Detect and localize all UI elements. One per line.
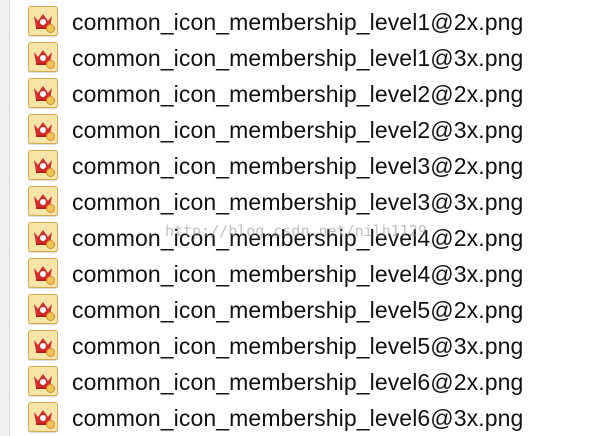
crown-icon xyxy=(28,42,58,72)
file-row[interactable]: common_icon_membership_level1@3x.png xyxy=(0,40,594,76)
crown-icon xyxy=(28,258,58,288)
file-name: common_icon_membership_level2@3x.png xyxy=(72,117,524,143)
level-badge xyxy=(46,312,55,321)
crown-icon xyxy=(28,294,58,324)
file-row[interactable]: common_icon_membership_level3@3x.png xyxy=(0,184,594,220)
file-row[interactable]: common_icon_membership_level6@2x.png xyxy=(0,364,594,400)
crown-icon xyxy=(28,366,58,396)
file-row[interactable]: common_icon_membership_level2@3x.png xyxy=(0,112,594,148)
file-name: common_icon_membership_level1@2x.png xyxy=(72,9,524,35)
level-badge xyxy=(46,276,55,285)
file-name: common_icon_membership_level5@3x.png xyxy=(72,333,524,359)
file-row[interactable]: common_icon_membership_level5@3x.png xyxy=(0,328,594,364)
file-row[interactable]: common_icon_membership_level3@2x.png xyxy=(0,148,594,184)
crown-icon xyxy=(28,78,58,108)
file-row[interactable]: common_icon_membership_level4@2x.png xyxy=(0,220,594,256)
level-badge xyxy=(46,168,55,177)
file-row[interactable]: common_icon_membership_level6@3x.png xyxy=(0,400,594,436)
file-name: common_icon_membership_level6@3x.png xyxy=(72,405,524,431)
level-badge xyxy=(46,240,55,249)
file-name: common_icon_membership_level4@2x.png xyxy=(72,225,524,251)
file-list: common_icon_membership_level1@2x.png com… xyxy=(0,4,594,436)
level-badge xyxy=(46,60,55,69)
file-name: common_icon_membership_level3@3x.png xyxy=(72,189,524,215)
level-badge xyxy=(46,348,55,357)
file-name: common_icon_membership_level3@2x.png xyxy=(72,153,524,179)
crown-icon xyxy=(28,150,58,180)
level-badge xyxy=(46,24,55,33)
file-row[interactable]: common_icon_membership_level1@2x.png xyxy=(0,4,594,40)
crown-icon xyxy=(28,186,58,216)
crown-icon xyxy=(28,6,58,36)
file-name: common_icon_membership_level6@2x.png xyxy=(72,369,524,395)
crown-icon xyxy=(28,114,58,144)
crown-icon xyxy=(28,222,58,252)
level-badge xyxy=(46,96,55,105)
level-badge xyxy=(46,132,55,141)
file-name: common_icon_membership_level5@2x.png xyxy=(72,297,524,323)
file-row[interactable]: common_icon_membership_level5@2x.png xyxy=(0,292,594,328)
crown-icon xyxy=(28,402,58,432)
file-name: common_icon_membership_level1@3x.png xyxy=(72,45,524,71)
level-badge xyxy=(46,204,55,213)
crown-icon xyxy=(28,330,58,360)
level-badge xyxy=(46,384,55,393)
file-name: common_icon_membership_level4@3x.png xyxy=(72,261,524,287)
file-row[interactable]: common_icon_membership_level2@2x.png xyxy=(0,76,594,112)
level-badge xyxy=(46,420,55,429)
file-row[interactable]: common_icon_membership_level4@3x.png xyxy=(0,256,594,292)
file-name: common_icon_membership_level2@2x.png xyxy=(72,81,524,107)
